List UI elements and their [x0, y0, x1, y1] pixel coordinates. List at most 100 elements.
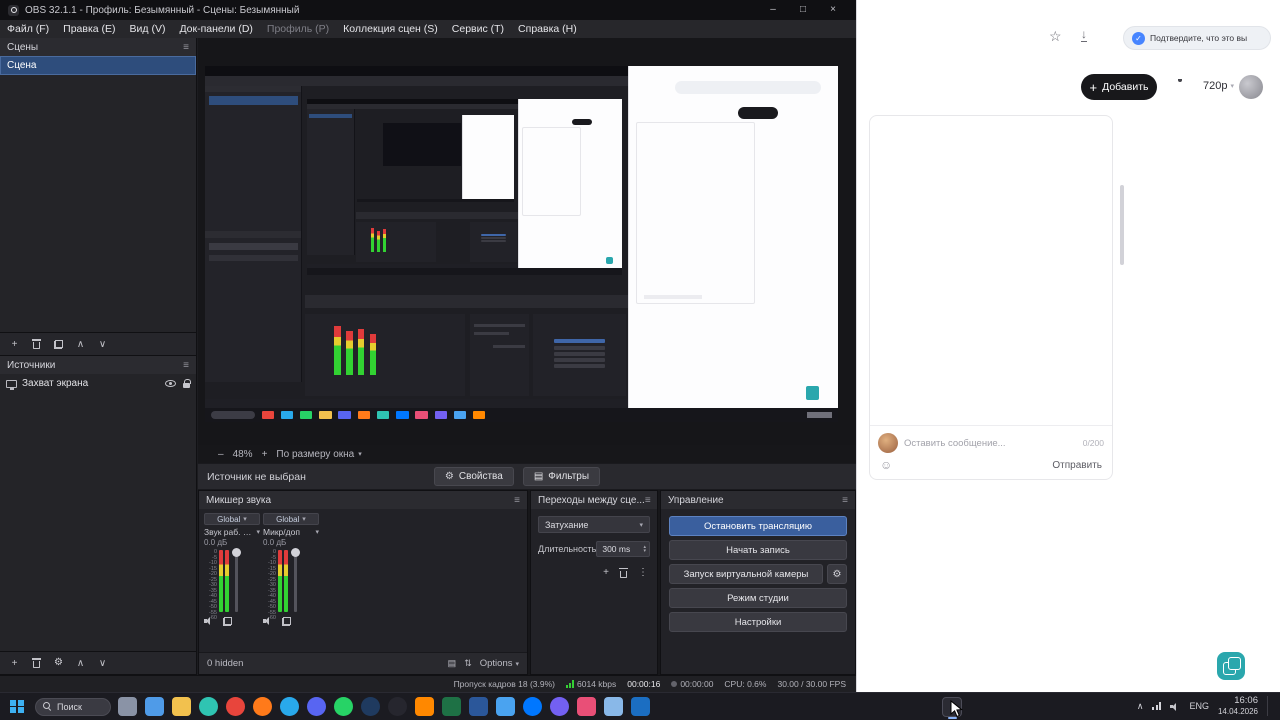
word-icon[interactable] — [469, 697, 488, 716]
source-move-up-button[interactable]: ∧ — [71, 655, 90, 672]
vk-icon[interactable] — [523, 697, 542, 716]
duplicate-scene-button[interactable] — [49, 336, 68, 353]
task-view-icon[interactable] — [118, 697, 137, 716]
notepad-icon[interactable] — [604, 697, 623, 716]
chrome-icon[interactable] — [226, 697, 245, 716]
mute-button[interactable] — [263, 617, 273, 626]
send-button[interactable]: Отправить — [1052, 460, 1102, 471]
filters-button[interactable]: ▤ Фильтры — [522, 467, 601, 486]
maximize-button[interactable]: □ — [788, 0, 818, 20]
obs-studio-icon[interactable] — [388, 697, 407, 716]
add-button[interactable]: + Добавить — [1081, 74, 1157, 100]
source-move-down-button[interactable]: ∨ — [93, 655, 112, 672]
transitions-menu-icon[interactable]: ≡ — [645, 495, 651, 506]
explorer-icon[interactable] — [172, 697, 191, 716]
visibility-eye-icon[interactable] — [165, 380, 176, 387]
taskbar-search[interactable]: Поиск — [35, 697, 111, 716]
properties-button[interactable]: ⚙ Свойства — [433, 467, 514, 486]
verification-banner[interactable]: ✓ Подтвердите, что это вы — [1123, 26, 1271, 50]
favorite-star-button[interactable]: ☆ — [1049, 28, 1062, 45]
add-scene-button[interactable]: + — [5, 336, 24, 353]
preview-canvas[interactable] — [205, 66, 838, 422]
close-button[interactable]: × — [818, 0, 848, 20]
excel-icon[interactable] — [442, 697, 461, 716]
mixer-layout-button[interactable]: ▤ — [448, 658, 457, 669]
remove-scene-button[interactable] — [27, 336, 46, 353]
menu-tools[interactable]: Сервис (T) — [445, 20, 511, 38]
steam-icon[interactable] — [361, 697, 380, 716]
emoji-button[interactable]: ☺ — [880, 458, 892, 472]
fader-knob[interactable] — [231, 548, 241, 557]
widgets-icon[interactable] — [145, 697, 164, 716]
duration-spinbox[interactable]: 300 ms ▴ ▾ — [596, 541, 650, 557]
channel-settings-button[interactable] — [223, 616, 232, 626]
add-transition-button[interactable]: + — [603, 567, 609, 578]
transition-kebab-button[interactable]: ⋮ — [638, 567, 648, 578]
mixer-menu-icon[interactable]: ≡ — [514, 495, 520, 506]
fit-mode-dropdown[interactable]: По размеру окна ▾ — [276, 449, 361, 460]
volume-fader[interactable] — [290, 548, 300, 612]
remove-source-button[interactable] — [27, 655, 46, 672]
firefox-icon[interactable] — [253, 697, 272, 716]
add-source-button[interactable]: + — [5, 655, 24, 672]
photos-icon[interactable] — [496, 697, 515, 716]
whatsapp-icon[interactable] — [334, 697, 353, 716]
spin-down-icon[interactable]: ▾ — [643, 549, 646, 554]
quality-selector[interactable]: 720p ▾ — [1203, 80, 1234, 92]
taskbar-clock[interactable]: 16:06 14.04.2026 — [1218, 696, 1258, 717]
menu-docks[interactable]: Док-панели (D) — [172, 20, 259, 38]
menu-help[interactable]: Справка (H) — [511, 20, 584, 38]
channel-name-dropdown[interactable]: Звук раб. стола ▾ — [204, 526, 260, 538]
menu-edit[interactable]: Правка (E) — [56, 20, 122, 38]
menu-file[interactable]: Файл (F) — [0, 20, 56, 38]
stop-streaming-button[interactable]: Остановить трансляцию — [669, 516, 847, 536]
show-desktop-button[interactable] — [1267, 696, 1270, 717]
download-button[interactable]: ↓ — [1081, 28, 1087, 42]
volume-fader[interactable] — [231, 548, 241, 612]
sources-menu-icon[interactable]: ≡ — [183, 360, 189, 371]
language-indicator[interactable]: ENG — [1189, 701, 1209, 711]
tray-expand-button[interactable]: ∧ — [1137, 701, 1144, 712]
scrollbar-thumb[interactable] — [1120, 185, 1124, 265]
bus-dropdown[interactable]: Global ▾ — [263, 513, 319, 525]
zoom-out-button[interactable]: – — [218, 449, 224, 460]
studio-mode-button[interactable]: Режим студии — [669, 588, 847, 608]
menu-view[interactable]: Вид (V) — [123, 20, 173, 38]
network-icon[interactable] — [1152, 702, 1162, 711]
chat-message-input[interactable] — [904, 437, 1077, 449]
mixer-options-dropdown[interactable]: Options ▾ — [480, 658, 519, 669]
start-recording-button[interactable]: Начать запись — [669, 540, 847, 560]
settings-button[interactable]: Настройки — [669, 612, 847, 632]
menu-scene-collection[interactable]: Коллекция сцен (S) — [336, 20, 445, 38]
channel-name-dropdown[interactable]: Микр/доп ▾ — [263, 526, 319, 538]
vlc-icon[interactable] — [415, 697, 434, 716]
source-properties-button[interactable]: ⚙ — [49, 655, 68, 672]
start-button[interactable] — [6, 696, 28, 718]
telegram-icon[interactable] — [280, 697, 299, 716]
remove-transition-button[interactable] — [619, 567, 628, 578]
controls-menu-icon[interactable]: ≡ — [842, 495, 848, 506]
edge-icon[interactable] — [199, 697, 218, 716]
miniapp-fab-button[interactable] — [1217, 652, 1245, 680]
viber-icon[interactable] — [550, 697, 569, 716]
volume-icon[interactable] — [1170, 702, 1180, 711]
scenes-menu-icon[interactable]: ≡ — [183, 42, 189, 53]
mail-icon[interactable] — [631, 697, 650, 716]
virtual-camera-settings-button[interactable]: ⚙ — [827, 564, 847, 584]
scene-move-down-button[interactable]: ∨ — [93, 336, 112, 353]
channel-settings-button[interactable] — [282, 616, 291, 626]
bus-dropdown[interactable]: Global ▾ — [204, 513, 260, 525]
scene-item[interactable]: Сцена — [0, 56, 196, 75]
scene-move-up-button[interactable]: ∧ — [71, 336, 90, 353]
mute-button[interactable] — [204, 617, 214, 626]
minimize-button[interactable]: – — [758, 0, 788, 20]
mixer-sort-button[interactable]: ⇅ — [464, 658, 472, 669]
fader-knob[interactable] — [290, 548, 300, 557]
transition-select[interactable]: Затухание ▾ — [538, 516, 650, 533]
virtual-camera-button[interactable]: Запуск виртуальной камеры — [669, 564, 823, 584]
lock-icon[interactable] — [183, 379, 191, 388]
menu-profile[interactable]: Профиль (P) — [260, 20, 336, 38]
user-avatar[interactable] — [1239, 75, 1263, 99]
discord-icon[interactable] — [307, 697, 326, 716]
source-item[interactable]: Захват экрана — [0, 374, 196, 393]
